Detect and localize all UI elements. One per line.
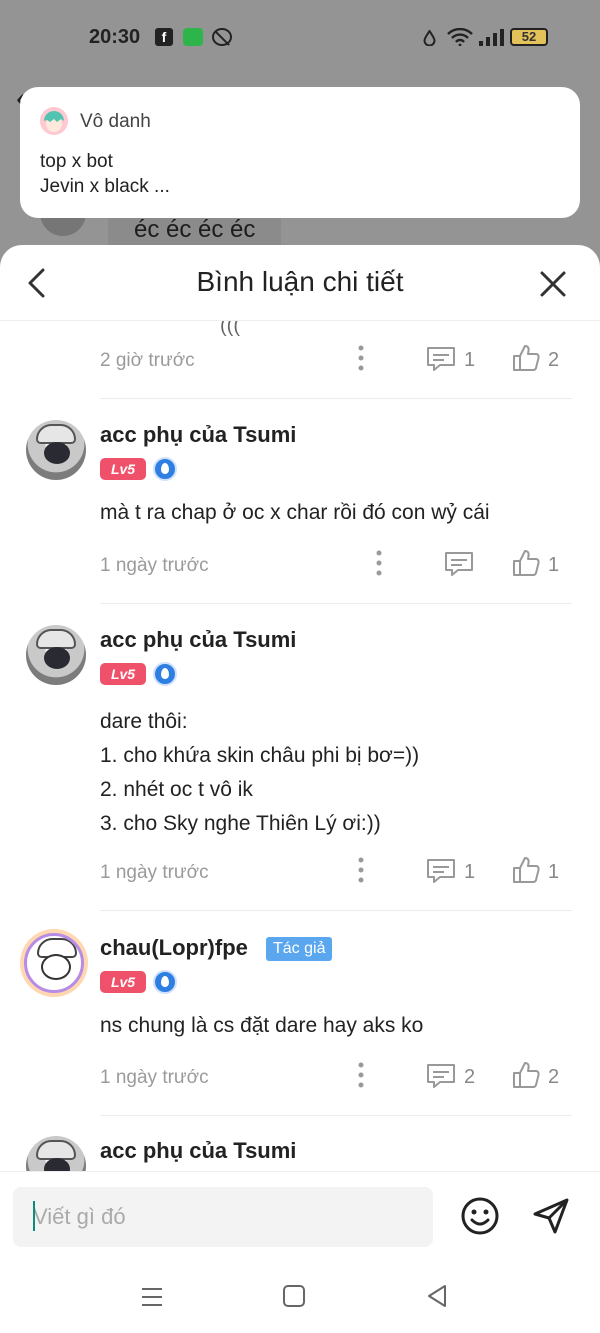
popup-line: Jevin x black ... <box>40 176 170 197</box>
like-icon[interactable] <box>512 1061 540 1089</box>
send-icon[interactable] <box>531 1196 571 1236</box>
divider <box>100 603 572 604</box>
avatar[interactable] <box>26 1136 86 1171</box>
comment-meta: 1 ngày trước 1 <box>100 546 570 586</box>
comment-author[interactable]: acc phụ của Tsumi <box>100 1138 296 1164</box>
gem-icon <box>153 457 177 481</box>
nav-back-icon[interactable] <box>425 1283 449 1309</box>
more-options-icon[interactable] <box>376 550 382 576</box>
comment-icon[interactable] <box>426 857 456 885</box>
like-count: 1 <box>548 861 560 883</box>
signal-icon <box>479 29 504 46</box>
reply-count: 2 <box>464 1066 476 1088</box>
avatar[interactable] <box>24 933 84 993</box>
comment-meta: 1 ngày trước 2 2 <box>100 1058 570 1098</box>
avatar <box>40 107 68 135</box>
like-count: 2 <box>548 1066 560 1088</box>
comment-input-bar <box>0 1171 600 1267</box>
dnd-icon <box>212 28 232 46</box>
menu-icon[interactable] <box>140 1285 164 1309</box>
comment-meta: 1 ngày trước 1 1 <box>100 853 570 893</box>
comment-text: mà t ra chap ở oc x char rồi đó con wỷ c… <box>100 501 490 524</box>
level-badge: Lv5 <box>100 663 146 685</box>
comment-input[interactable] <box>13 1187 433 1247</box>
comment-author[interactable]: chau(Lopr)fpe <box>100 935 248 961</box>
page-title: Bình luận chi tiết <box>196 266 404 297</box>
comment-icon[interactable] <box>444 550 474 578</box>
comment-time: 1 ngày trước <box>100 862 209 883</box>
system-nav-bar <box>0 1267 600 1333</box>
level-badge: Lv5 <box>100 458 146 480</box>
sheet-header: Bình luận chi tiết <box>0 245 600 321</box>
text-caret <box>33 1201 35 1231</box>
status-bar: 20:30 f 52 <box>0 0 600 70</box>
comment-time: 1 ngày trước <box>100 1067 209 1088</box>
emoji-icon[interactable] <box>460 1196 500 1236</box>
divider <box>100 1115 572 1116</box>
popup-name: Vô danh <box>80 111 151 132</box>
comment-time: 1 ngày trước <box>100 555 209 576</box>
more-options-icon[interactable] <box>358 345 364 371</box>
gem-icon <box>153 970 177 994</box>
messages-icon <box>183 28 203 46</box>
like-icon[interactable] <box>512 856 540 884</box>
comment-text: ns chung là cs đặt dare hay aks ko <box>100 1014 424 1037</box>
avatar[interactable] <box>26 625 86 685</box>
comment-detail-sheet: Bình luận chi tiết ((( 2 giờ trước 1 2 a… <box>0 245 600 1333</box>
truncated-text: ((( <box>220 321 240 337</box>
like-icon[interactable] <box>512 344 540 372</box>
reply-count: 1 <box>464 349 476 371</box>
status-time: 20:30 <box>89 26 141 48</box>
comment-author[interactable]: acc phụ của Tsumi <box>100 627 296 653</box>
more-options-icon[interactable] <box>358 857 364 883</box>
like-count: 2 <box>548 349 560 371</box>
comment-meta: 2 giờ trước 1 2 <box>100 341 570 381</box>
level-badge: Lv5 <box>100 971 146 993</box>
comment-icon[interactable] <box>426 1062 456 1090</box>
gem-icon <box>153 662 177 686</box>
avatar[interactable] <box>26 420 86 480</box>
close-icon[interactable] <box>538 269 568 299</box>
comment-icon[interactable] <box>426 345 456 373</box>
wifi-icon <box>447 28 473 46</box>
divider <box>100 398 572 399</box>
comment-list[interactable]: ((( 2 giờ trước 1 2 acc phụ của Tsumi Lv… <box>0 321 600 1171</box>
home-icon[interactable] <box>283 1285 305 1307</box>
comment-text: dare thôi: 1. cho khứa skin châu phi bị … <box>100 710 420 835</box>
notification-popup[interactable]: Vô danh top x bot Jevin x black ... <box>20 87 580 218</box>
comment-time: 2 giờ trước <box>100 350 195 371</box>
popup-line: top x bot <box>40 151 113 172</box>
author-badge: Tác giả <box>266 937 333 961</box>
facebook-icon: f <box>155 28 173 46</box>
like-count: 1 <box>548 554 560 576</box>
drop-icon <box>423 30 436 46</box>
reply-count: 1 <box>464 861 476 883</box>
comment-author[interactable]: acc phụ của Tsumi <box>100 422 296 448</box>
battery-icon: 52 <box>510 28 548 46</box>
divider <box>100 910 572 911</box>
like-icon[interactable] <box>512 549 540 577</box>
more-options-icon[interactable] <box>358 1062 364 1088</box>
